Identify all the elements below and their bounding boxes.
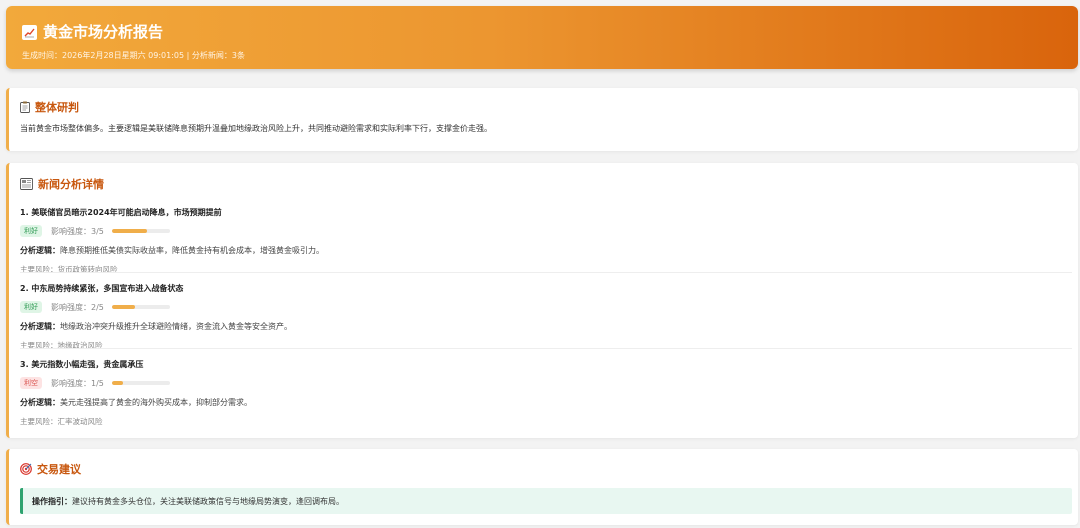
- news-card: 新闻分析详情 1. 美联储官员暗示2024年可能启动降息，市场预期提前 利好 影…: [6, 163, 1078, 438]
- logic-text: 美元走强提高了黄金的海外购买成本，抑制部分需求。: [60, 398, 252, 407]
- news-item-logic: 分析逻辑：降息预期推低美债实际收益率，降低黄金持有机会成本，增强黄金吸引力。: [20, 245, 1060, 256]
- news-item-meta-row: 利空 影响强度：1/5: [20, 377, 1060, 389]
- logic-label: 分析逻辑：: [20, 398, 60, 407]
- logic-text: 地缘政治冲突升级推升全球避险情绪，资金流入黄金等安全资产。: [60, 322, 292, 331]
- impact-prefix: 影响强度：: [51, 226, 91, 236]
- logic-label: 分析逻辑：: [20, 322, 60, 331]
- news-item: 3. 美元指数小幅走强，贵金属承压 利空 影响强度：1/5 分析逻辑：美元走强提…: [20, 359, 1060, 427]
- impact-bar-fill: [111, 305, 136, 309]
- impact-bar-fill: [111, 381, 124, 385]
- risk-label: 主要风险：: [20, 417, 58, 426]
- news-item-title: 2. 中东局势持续紧张，多国宣布进入战备状态: [20, 284, 184, 293]
- logic-label: 分析逻辑：: [20, 246, 60, 255]
- news-item-logic: 分析逻辑：地缘政治冲突升级推升全球避险情绪，资金流入黄金等安全资产。: [20, 321, 1060, 332]
- divider: [20, 272, 1072, 273]
- impact-bar: [111, 381, 170, 385]
- news-card-title: 新闻分析详情: [20, 176, 104, 192]
- page-title: 黄金市场分析报告: [43, 23, 164, 41]
- news-item-meta-row: 利好 影响强度：3/5: [20, 225, 1060, 237]
- clipboard-icon: [20, 101, 30, 113]
- advice-card: 交易建议 操作指引： 建议持有黄金多头仓位，关注美联储政策信号与地缘局势演变，逢…: [6, 449, 1078, 525]
- advice-text: 建议持有黄金多头仓位，关注美联储政策信号与地缘局势演变，逢回调布局。: [72, 496, 344, 506]
- impact-prefix: 影响强度：: [51, 302, 91, 312]
- news-item: 2. 中东局势持续紧张，多国宣布进入战备状态 利好 影响强度：2/5 分析逻辑：…: [20, 283, 1060, 351]
- news-title-text: 新闻分析详情: [38, 178, 104, 191]
- impact-value: 3/5: [91, 226, 104, 236]
- impact-prefix: 影响强度：: [51, 378, 91, 388]
- sentiment-badge: 利好: [20, 301, 42, 313]
- impact-value: 2/5: [91, 302, 104, 312]
- sentiment-badge: 利好: [20, 225, 42, 237]
- target-icon: [20, 463, 32, 475]
- news-item-risk: 主要风险：货币政策转向风险: [20, 264, 1060, 275]
- news-item-title: 1. 美联储官员暗示2024年可能启动降息，市场预期提前: [20, 208, 222, 217]
- summary-card: 整体研判 当前黄金市场整体偏多。主要逻辑是美联储降息预期升温叠加地缘政治风险上升…: [6, 88, 1078, 151]
- summary-text: 当前黄金市场整体偏多。主要逻辑是美联储降息预期升温叠加地缘政治风险上升，共同推动…: [20, 124, 492, 133]
- summary-card-title: 整体研判: [20, 99, 79, 115]
- impact-bar: [111, 305, 170, 309]
- advice-card-title: 交易建议: [20, 461, 81, 477]
- news-item-logic: 分析逻辑：美元走强提高了黄金的海外购买成本，抑制部分需求。: [20, 397, 1060, 408]
- newspaper-icon: [20, 178, 33, 190]
- header-title-row: 黄金市场分析报告: [22, 23, 163, 41]
- report-meta: 生成时间：2026年2月28日星期六 09:01:05 | 分析新闻：3条: [22, 51, 245, 60]
- impact-label: 影响强度：3/5: [51, 226, 104, 237]
- chart-trend-icon: [22, 24, 37, 40]
- advice-label: 操作指引：: [32, 496, 72, 506]
- sentiment-badge: 利空: [20, 377, 42, 389]
- impact-label: 影响强度：1/5: [51, 378, 104, 389]
- news-item-meta-row: 利好 影响强度：2/5: [20, 301, 1060, 313]
- news-item-risk: 主要风险：地缘政治风险: [20, 340, 1060, 351]
- news-item-title: 3. 美元指数小幅走强，贵金属承压: [20, 360, 144, 369]
- advice-box: 操作指引： 建议持有黄金多头仓位，关注美联储政策信号与地缘局势演变，逢回调布局。: [20, 488, 1072, 514]
- divider: [20, 348, 1072, 349]
- impact-label: 影响强度：2/5: [51, 302, 104, 313]
- impact-bar: [111, 229, 170, 233]
- logic-text: 降息预期推低美债实际收益率，降低黄金持有机会成本，增强黄金吸引力。: [60, 246, 324, 255]
- impact-bar-fill: [111, 229, 147, 233]
- risk-text: 汇率波动风险: [57, 417, 103, 426]
- news-item: 1. 美联储官员暗示2024年可能启动降息，市场预期提前 利好 影响强度：3/5…: [20, 207, 1060, 275]
- report-header: 黄金市场分析报告 生成时间：2026年2月28日星期六 09:01:05 | 分…: [6, 6, 1078, 69]
- news-item-risk: 主要风险：汇率波动风险: [20, 416, 1060, 427]
- summary-title-text: 整体研判: [35, 101, 79, 114]
- impact-value: 1/5: [91, 378, 104, 388]
- advice-title-text: 交易建议: [37, 463, 81, 476]
